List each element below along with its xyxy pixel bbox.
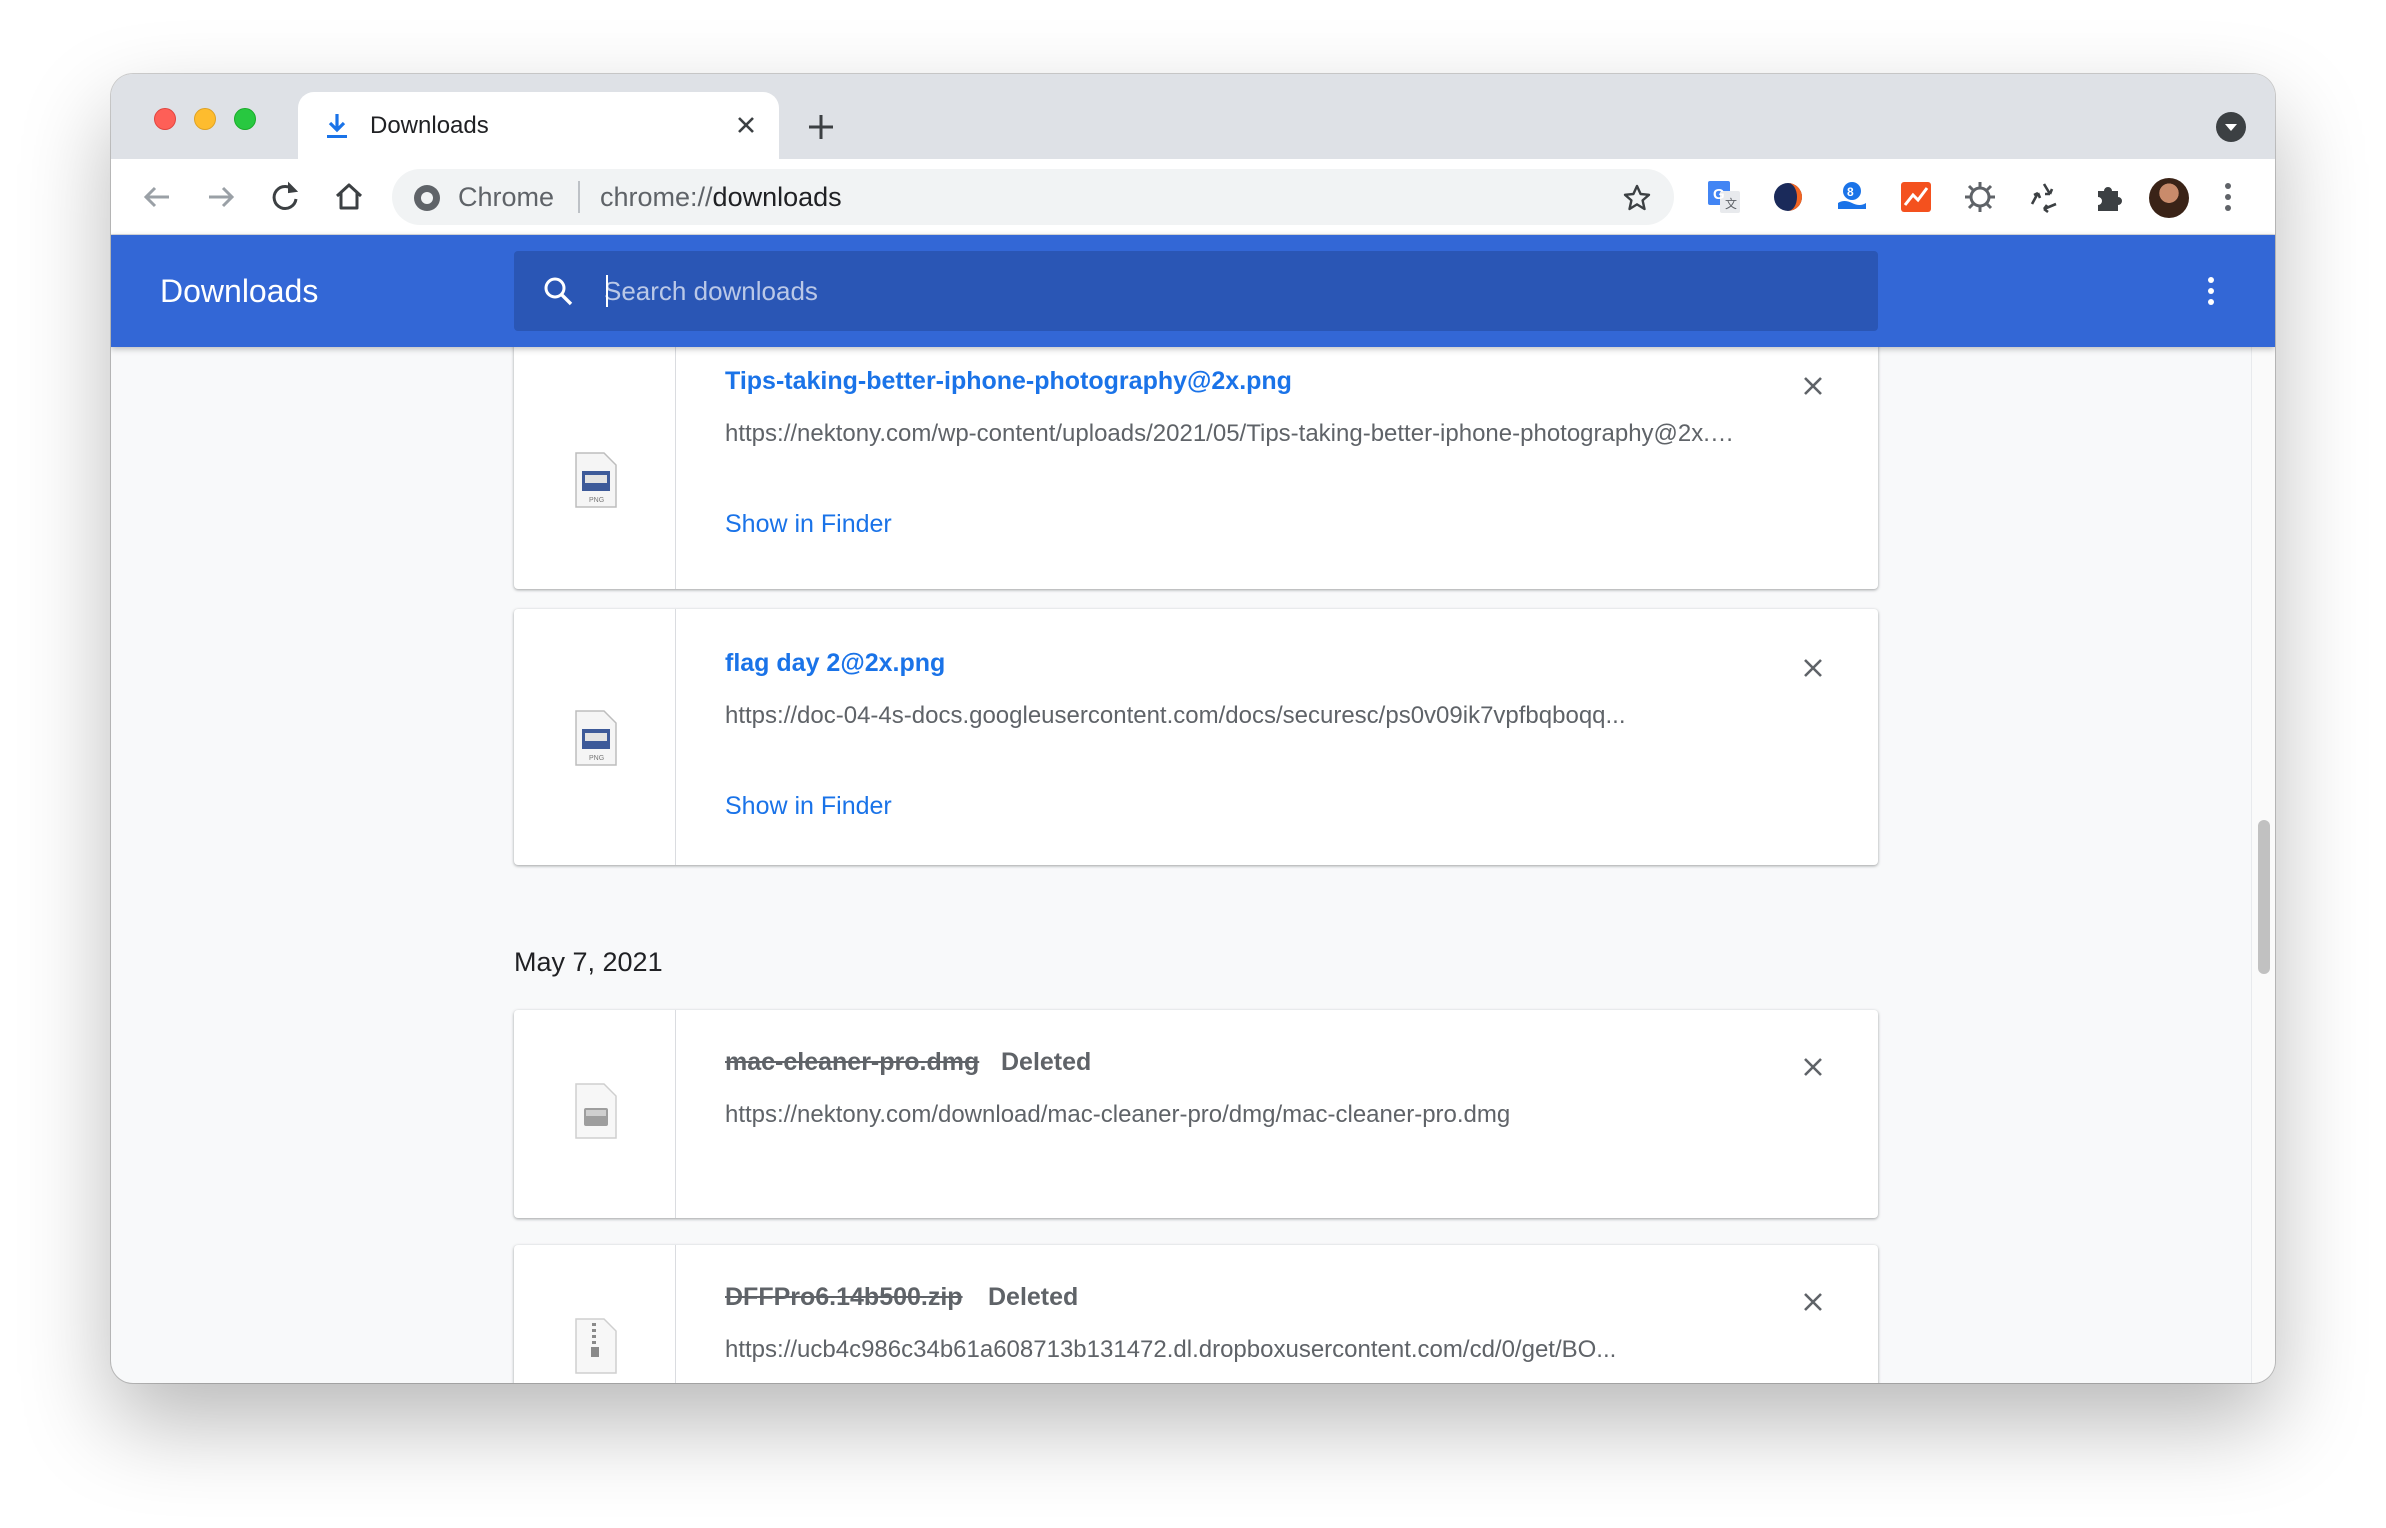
minimize-window-button[interactable]: [194, 108, 216, 130]
google-translate-icon[interactable]: G 文: [1706, 179, 1742, 215]
reload-icon[interactable]: [265, 177, 305, 217]
downloads-menu-icon[interactable]: [2207, 277, 2215, 305]
forward-arrow-icon[interactable]: [201, 177, 241, 217]
profile-avatar[interactable]: [2149, 178, 2189, 218]
new-tab-icon[interactable]: [804, 110, 838, 144]
download-file-link[interactable]: flag day 2@2x.png: [725, 649, 945, 678]
tab-downloads[interactable]: Downloads: [298, 92, 779, 159]
file-icon-column: PNG: [514, 609, 676, 865]
back-arrow-icon[interactable]: [137, 177, 177, 217]
download-url[interactable]: https://nektony.com/download/mac-cleaner…: [725, 1101, 1735, 1129]
extensions-puzzle-icon[interactable]: [2090, 179, 2126, 215]
scrollbar[interactable]: [2251, 347, 2275, 1383]
download-item: PNG Tips-taking-better-iphone-photograph…: [514, 347, 1878, 589]
gear-extension-icon[interactable]: [1962, 179, 1998, 215]
tab-search-button[interactable]: [2216, 112, 2246, 142]
scrollbar-thumb[interactable]: [2258, 820, 2270, 974]
chevron-down-icon: [2225, 124, 2237, 131]
download-file-link[interactable]: Tips-taking-better-iphone-photography@2x…: [725, 367, 1292, 396]
download-item-deleted: DFFPro6.14b500.zip Deleted https://ucb4c…: [514, 1245, 1878, 1383]
download-url[interactable]: https://doc-04-4s-docs.googleusercontent…: [725, 702, 1735, 730]
address-bar[interactable]: Chrome chrome://downloads: [392, 169, 1674, 225]
svg-text:PNG: PNG: [589, 755, 604, 762]
remove-download-icon[interactable]: [1799, 372, 1827, 400]
png-file-icon: PNG: [575, 452, 617, 508]
url-text: chrome://downloads: [600, 182, 842, 212]
remove-download-icon[interactable]: [1799, 1288, 1827, 1316]
file-icon-column: PNG: [514, 347, 676, 589]
download-icon: [327, 114, 347, 138]
download-item-deleted: mac-cleaner-pro.dmg Deleted https://nekt…: [514, 1010, 1878, 1218]
downloads-list: PNG Tips-taking-better-iphone-photograph…: [111, 347, 2275, 1383]
svg-text:8: 8: [1847, 185, 1854, 199]
deleted-file-name: mac-cleaner-pro.dmg: [725, 1048, 980, 1076]
browser-toolbar: Chrome chrome://downloads G 文 8: [111, 159, 2275, 235]
page-title: Downloads: [160, 273, 319, 309]
download-url[interactable]: https://nektony.com/wp-content/uploads/2…: [725, 420, 1735, 448]
chrome-site-icon: [414, 185, 440, 211]
show-in-finder-link[interactable]: Show in Finder: [725, 792, 892, 821]
remove-download-icon[interactable]: [1799, 654, 1827, 682]
chrome-menu-icon[interactable]: [2224, 183, 2232, 211]
svg-text:G: G: [1713, 186, 1725, 203]
search-icon: [544, 277, 573, 306]
svg-text:PNG: PNG: [589, 497, 604, 504]
text-caret: [606, 275, 608, 307]
download-item: PNG flag day 2@2x.png https://doc-04-4s-…: [514, 609, 1878, 865]
dmg-file-icon: [575, 1083, 617, 1139]
zip-file-icon: [575, 1318, 617, 1374]
date-group-heading: May 7, 2021: [514, 947, 663, 977]
site-chip: Chrome: [458, 182, 555, 212]
water-drop-extension-icon[interactable]: 8: [1834, 179, 1870, 215]
downloads-header: Downloads: [111, 235, 2275, 347]
download-url[interactable]: https://ucb4c986c34b61a608713b131472.dl.…: [725, 1336, 1735, 1364]
png-file-icon: PNG: [575, 710, 617, 766]
svg-text:文: 文: [1725, 196, 1737, 211]
tab-strip: Downloads: [111, 74, 2275, 159]
chart-trend-extension-icon[interactable]: [1898, 179, 1934, 215]
omnibox-separator: [578, 181, 580, 213]
home-icon[interactable]: [329, 177, 369, 217]
show-in-finder-link[interactable]: Show in Finder: [725, 510, 892, 539]
status-badge: Deleted: [988, 1283, 1079, 1311]
bookmark-star-icon[interactable]: [1622, 183, 1652, 213]
browser-window: Downloads Chrome chrome://downloads G 文 …: [111, 74, 2275, 1383]
search-input[interactable]: [604, 269, 1804, 313]
close-window-button[interactable]: [154, 108, 176, 130]
file-icon-column: [514, 1245, 676, 1383]
half-moon-extension-icon[interactable]: [1770, 179, 1806, 215]
file-icon-column: [514, 1010, 676, 1218]
remove-download-icon[interactable]: [1799, 1053, 1827, 1081]
status-badge: Deleted: [1001, 1048, 1092, 1076]
close-tab-icon[interactable]: [731, 110, 761, 140]
zoom-window-button[interactable]: [234, 108, 256, 130]
tab-title: Downloads: [370, 112, 489, 139]
recycle-icon[interactable]: [2026, 179, 2062, 215]
search-box[interactable]: [514, 251, 1878, 331]
deleted-file-name: DFFPro6.14b500.zip: [725, 1283, 963, 1311]
